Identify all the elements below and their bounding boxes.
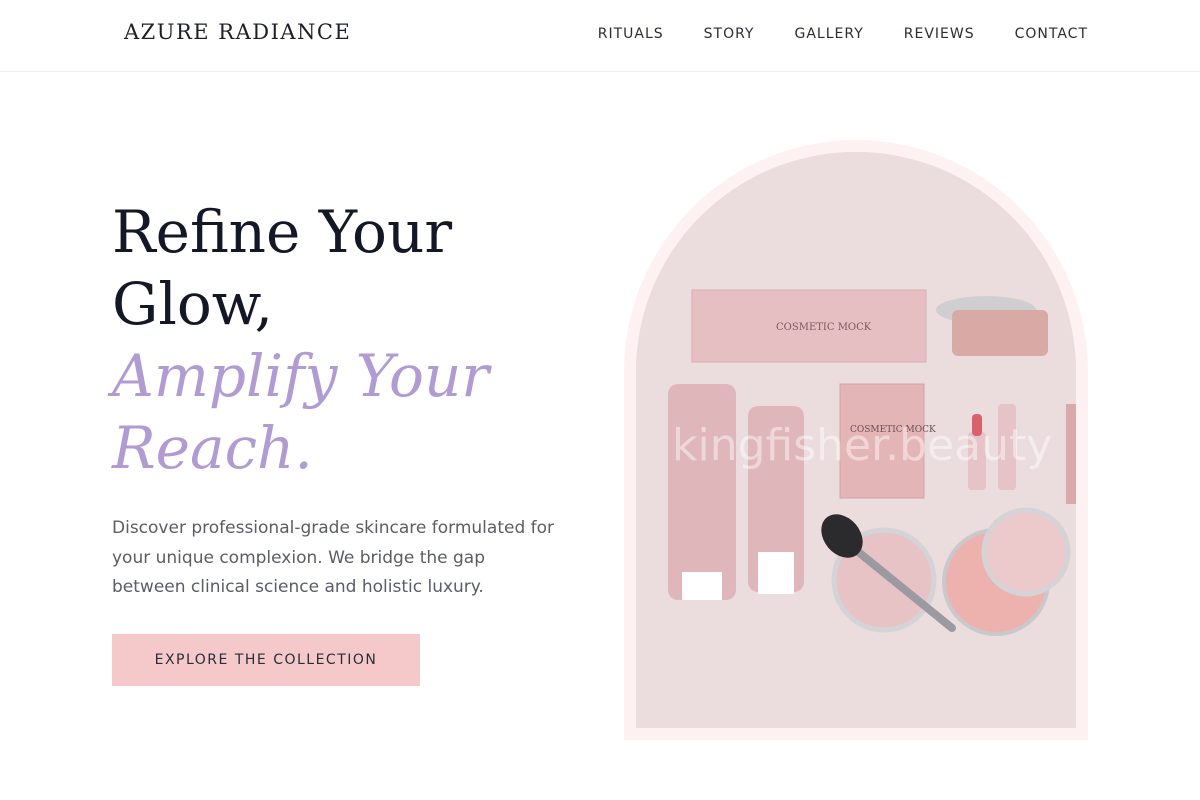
- svg-text:COSMETIC MOCK: COSMETIC MOCK: [776, 322, 872, 333]
- nav-reviews[interactable]: REVIEWS: [904, 26, 975, 42]
- product-flatlay-illustration: COSMETIC MOCK COSMETIC MOCK: [636, 152, 1076, 728]
- site-header: AZURE RADIANCE RITUALS STORY GALLERY REV…: [0, 0, 1200, 72]
- nav-contact[interactable]: CONTACT: [1015, 26, 1088, 42]
- hero-product-image: COSMETIC MOCK COSMETIC MOCK: [636, 152, 1076, 728]
- brand-logo[interactable]: AZURE RADIANCE: [124, 20, 351, 44]
- hero-text: Refine Your Glow, Amplify Your Reach. Di…: [112, 196, 582, 603]
- nav-story[interactable]: STORY: [704, 26, 755, 42]
- hero-headline: Refine Your Glow, Amplify Your Reach.: [112, 196, 582, 484]
- main-nav: RITUALS STORY GALLERY REVIEWS CONTACT: [558, 26, 1088, 42]
- headline-line-2: Glow,: [112, 270, 274, 338]
- explore-collection-button[interactable]: EXPLORE THE COLLECTION: [112, 634, 420, 686]
- nav-rituals[interactable]: RITUALS: [598, 26, 664, 42]
- headline-line-1: Refine Your: [112, 198, 453, 266]
- headline-accent-2: Reach.: [112, 414, 313, 482]
- hero-description: Discover professional-grade skincare for…: [112, 518, 555, 597]
- nav-gallery[interactable]: GALLERY: [794, 26, 863, 42]
- svg-text:COSMETIC MOCK: COSMETIC MOCK: [850, 425, 936, 435]
- headline-accent-1: Amplify Your: [112, 342, 490, 410]
